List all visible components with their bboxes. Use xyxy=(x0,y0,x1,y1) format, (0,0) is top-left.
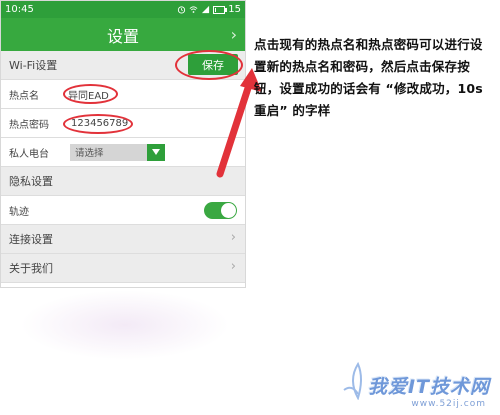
hotspot-name-row[interactable]: 热点名 异同EAD xyxy=(1,80,245,109)
hotspot-password-field[interactable]: 123456789 xyxy=(71,118,128,129)
hotspot-password-label: 热点密码 xyxy=(9,119,49,131)
battery-percent: 15 xyxy=(228,4,241,15)
section-privacy: 隐私设置 xyxy=(1,167,245,196)
dropdown-arrow-icon xyxy=(147,143,165,161)
about-us-row[interactable]: 关于我们 › xyxy=(1,254,245,283)
phone-screenshot: 10:45 15 设置 › Wi-Fi设置 保存 热点名 异同EAD 热点密码 … xyxy=(0,0,246,288)
hotspot-name-field[interactable]: 异同EAD xyxy=(68,87,109,102)
save-button[interactable]: 保存 xyxy=(188,54,238,75)
wifi-icon xyxy=(189,6,198,13)
track-label: 轨迹 xyxy=(9,206,29,218)
title-bar: 设置 › xyxy=(1,18,245,51)
chevron-right-icon: › xyxy=(230,259,236,274)
signal-icon xyxy=(202,5,210,14)
hotspot-password-row[interactable]: 热点密码 123456789 xyxy=(1,109,245,138)
alarm-icon xyxy=(178,6,186,14)
about-us-label: 关于我们 xyxy=(9,262,53,275)
site-watermark: 我爱IT技术网 www.52ij.com xyxy=(343,361,490,409)
connection-settings-label: 连接设置 xyxy=(9,233,53,246)
radio-select[interactable]: 请选择 xyxy=(70,143,165,161)
status-bar: 10:45 15 xyxy=(1,1,245,18)
section-wifi: Wi-Fi设置 保存 xyxy=(1,51,245,80)
page-title: 设置 xyxy=(106,26,139,46)
chevron-right-icon[interactable]: › xyxy=(231,25,237,44)
private-radio-label: 私人电台 xyxy=(9,148,49,160)
hotspot-name-label: 热点名 xyxy=(9,90,39,102)
track-toggle[interactable] xyxy=(204,202,237,219)
decorative-glow xyxy=(20,290,230,360)
status-time: 10:45 xyxy=(5,4,34,15)
toggle-knob xyxy=(221,203,236,218)
battery-icon xyxy=(213,5,228,14)
section-privacy-label: 隐私设置 xyxy=(9,175,53,188)
radio-select-value: 请选择 xyxy=(75,148,104,159)
private-radio-row: 私人电台 请选择 xyxy=(1,138,245,167)
watermark-url: www.52ij.com xyxy=(411,399,486,409)
watermark-name: 我爱IT技术网 xyxy=(367,376,490,398)
instruction-text: 点击现有的热点名和热点密码可以进行设置新的热点名和密码，然后点击保存按钮，设置成… xyxy=(254,37,483,118)
chevron-right-icon: › xyxy=(230,230,236,245)
track-row: 轨迹 xyxy=(1,196,245,225)
section-wifi-label: Wi-Fi设置 xyxy=(9,59,58,72)
logo-icon xyxy=(343,361,362,400)
connection-settings-row[interactable]: 连接设置 › xyxy=(1,225,245,254)
battery-fill xyxy=(215,7,217,12)
